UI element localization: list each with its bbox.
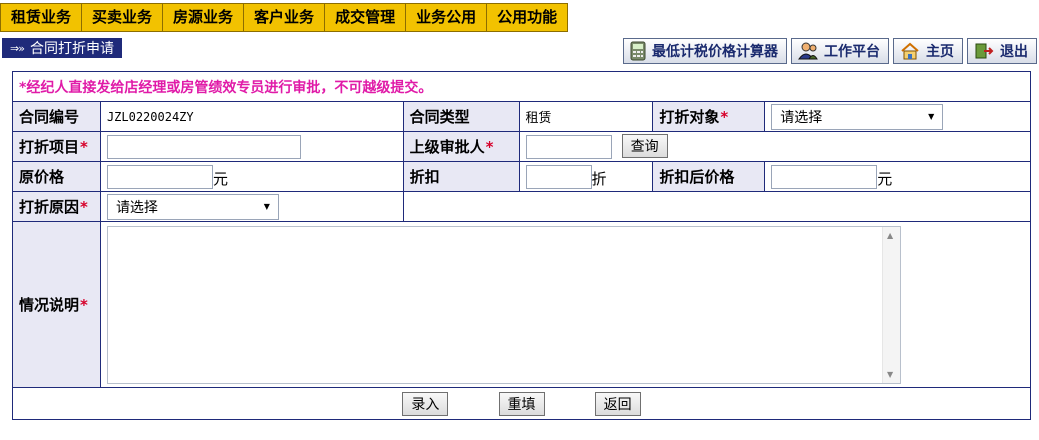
calculator-button[interactable]: 最低计税价格计算器 xyxy=(623,38,787,64)
discount-target-label: 打折对象 xyxy=(659,108,720,126)
required-mark: * xyxy=(80,138,88,156)
required-mark: * xyxy=(80,198,88,216)
menu-item-deals[interactable]: 成交管理 xyxy=(325,4,407,31)
contract-no-value: JZL0220024ZY xyxy=(99,101,404,132)
menu-item-business-common[interactable]: 业务公用 xyxy=(406,4,488,31)
menu-item-sale[interactable]: 买卖业务 xyxy=(82,4,164,31)
approver-input[interactable] xyxy=(525,135,612,160)
reason-cell: 请选择 ▼ xyxy=(99,191,404,222)
calculator-label: 最低计税价格计算器 xyxy=(652,44,778,60)
menu-item-rental[interactable]: 租赁业务 xyxy=(1,4,83,31)
arrow-icon: ⇒» xyxy=(10,41,25,55)
discount-input[interactable] xyxy=(525,164,592,189)
reason-label-cell: 打折原因* xyxy=(12,191,101,222)
discount-item-label: 打折项目 xyxy=(19,138,80,156)
action-row: 录入 重填 返回 xyxy=(12,387,1031,420)
scroll-up-icon[interactable]: ▲ xyxy=(887,231,893,240)
description-textarea[interactable]: ▲ ▼ xyxy=(106,225,901,384)
approver-label-cell: 上级审批人* xyxy=(402,131,520,162)
approver-cell: 查询 xyxy=(518,131,1032,162)
contract-no-label: 合同编号 xyxy=(12,101,101,132)
workspace-button[interactable]: 工作平台 xyxy=(791,38,889,64)
main-menu: 租赁业务 买卖业务 房源业务 客户业务 成交管理 业务公用 公用功能 xyxy=(0,3,569,32)
top-menu-bar: 租赁业务 买卖业务 房源业务 客户业务 成交管理 业务公用 公用功能 xyxy=(0,0,1039,33)
calculator-icon xyxy=(630,41,646,61)
original-price-cell: 元 xyxy=(99,161,404,192)
contract-type-value: 租赁 xyxy=(518,101,654,132)
home-icon xyxy=(901,42,919,60)
after-price-cell: 元 xyxy=(764,161,1031,192)
discount-item-input[interactable] xyxy=(106,134,301,159)
reason-label: 打折原因 xyxy=(19,198,80,216)
reason-select[interactable]: 请选择 ▼ xyxy=(106,193,279,220)
query-button[interactable]: 查询 xyxy=(621,133,668,158)
notice-text: *经纪人直接发给店经理或房管绩效专员进行审批，不可越级提交。 xyxy=(12,71,1031,102)
toolbar: 最低计税价格计算器 工作平台 主页 退出 xyxy=(623,38,1037,64)
reason-selected: 请选择 xyxy=(115,199,158,216)
exit-label: 退出 xyxy=(1000,44,1028,60)
discount-item-cell xyxy=(99,131,404,162)
workspace-label: 工作平台 xyxy=(824,44,880,60)
menu-item-public-functions[interactable]: 公用功能 xyxy=(487,4,567,31)
home-label: 主页 xyxy=(926,44,954,60)
after-price-label: 折扣后价格 xyxy=(652,161,766,192)
chevron-down-icon: ▼ xyxy=(263,202,270,211)
home-button[interactable]: 主页 xyxy=(893,38,963,64)
unit-zhe: 折 xyxy=(591,169,607,188)
exit-button[interactable]: 退出 xyxy=(967,38,1037,64)
discount-item-label-cell: 打折项目* xyxy=(12,131,101,162)
page-title: 合同打折申请 xyxy=(29,41,114,57)
original-price-input[interactable] xyxy=(106,164,213,189)
discount-target-cell: 请选择 ▼ xyxy=(764,101,1031,132)
menu-item-customer[interactable]: 客户业务 xyxy=(244,4,326,31)
description-label-cell: 情况说明* xyxy=(12,221,101,388)
contract-type-label: 合同类型 xyxy=(402,101,520,132)
discount-form: *经纪人直接发给店经理或房管绩效专员进行审批，不可越级提交。 合同编号 JZL0… xyxy=(12,71,1032,420)
discount-target-select[interactable]: 请选择 ▼ xyxy=(771,103,944,130)
textarea-scrollbar[interactable]: ▲ ▼ xyxy=(881,226,900,383)
required-mark: * xyxy=(485,138,494,156)
submit-button[interactable]: 录入 xyxy=(402,391,449,416)
description-label: 情况说明 xyxy=(19,296,80,314)
discount-label: 折扣 xyxy=(402,161,520,192)
user-icon xyxy=(798,42,818,60)
after-price-input[interactable] xyxy=(771,164,878,189)
description-cell: ▲ ▼ xyxy=(99,221,1032,388)
chevron-down-icon: ▼ xyxy=(928,112,935,121)
unit-yuan: 元 xyxy=(877,169,893,188)
exit-icon xyxy=(975,43,994,59)
required-mark: * xyxy=(720,108,729,126)
discount-cell: 折 xyxy=(518,161,654,192)
reset-button[interactable]: 重填 xyxy=(498,391,545,416)
page-title-bar: ⇒» 合同打折申请 xyxy=(2,38,122,58)
menu-item-property[interactable]: 房源业务 xyxy=(163,4,245,31)
reason-empty-cell xyxy=(402,191,1032,222)
approver-label: 上级审批人 xyxy=(409,138,485,156)
discount-target-label-cell: 打折对象* xyxy=(652,101,766,132)
original-price-label: 原价格 xyxy=(12,161,101,192)
unit-yuan: 元 xyxy=(212,169,228,188)
scroll-down-icon[interactable]: ▼ xyxy=(887,370,893,379)
required-mark: * xyxy=(80,296,88,314)
discount-target-selected: 请选择 xyxy=(780,109,823,126)
back-button[interactable]: 返回 xyxy=(594,391,641,416)
